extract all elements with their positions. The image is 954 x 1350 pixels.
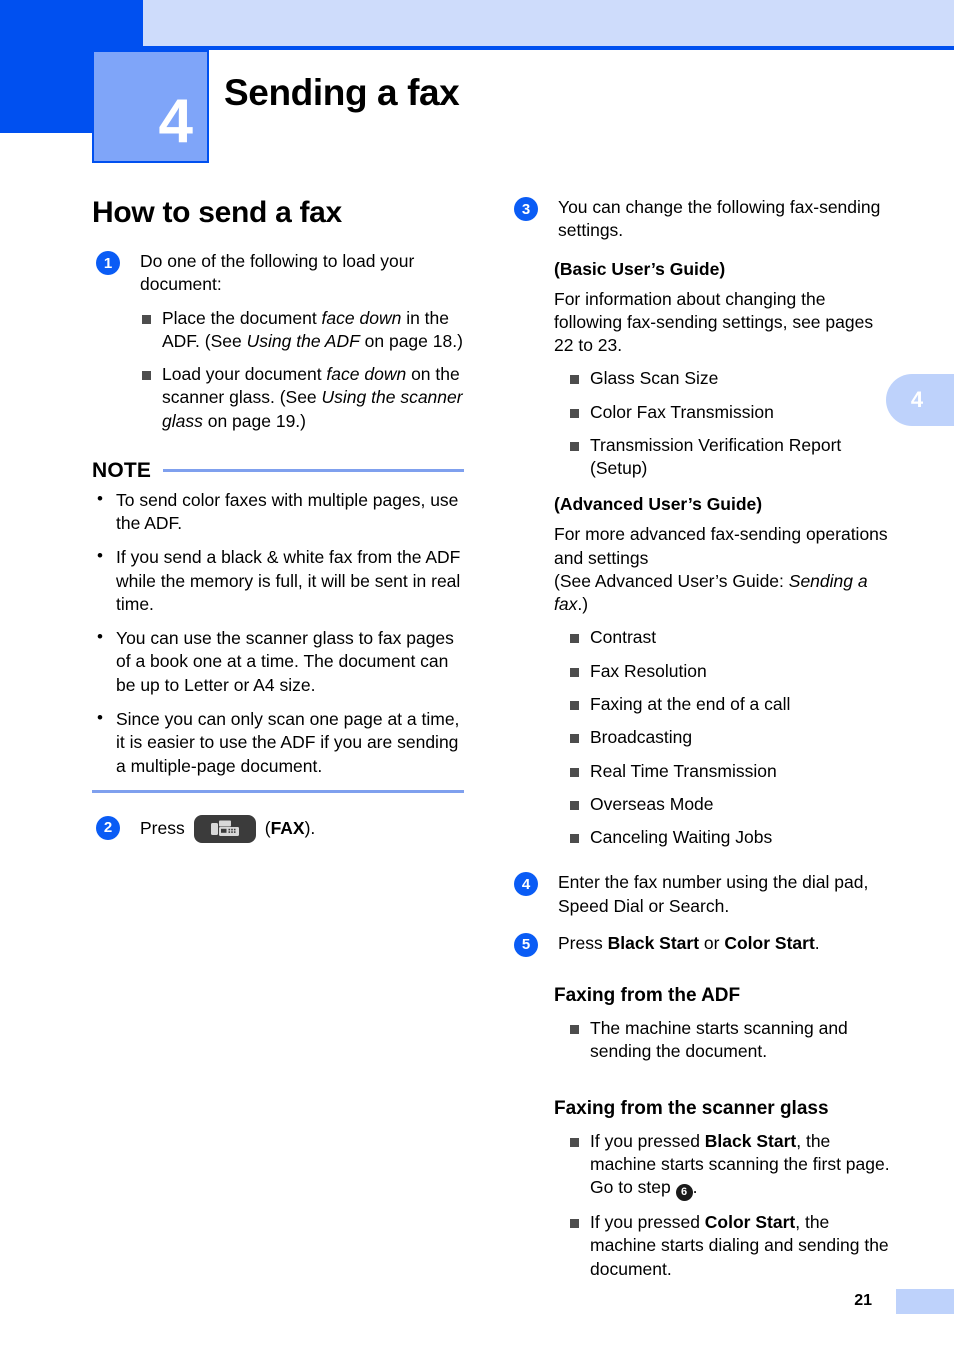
side-chapter-tab-number: 4 bbox=[910, 387, 924, 412]
list-item: If you send a black & white fax from the… bbox=[92, 545, 464, 616]
page-number: 21 bbox=[854, 1292, 872, 1309]
fax-key-name: FAX bbox=[270, 818, 305, 839]
chapter-number: 4 bbox=[158, 87, 193, 156]
list-item: Glass Scan Size bbox=[568, 367, 890, 390]
bullet-2-em1: face down bbox=[326, 364, 407, 385]
faxing-from-scanner-glass-list: If you pressed Black Start, the machine … bbox=[568, 1130, 890, 1281]
step-1: 1 Do one of the following to load your d… bbox=[92, 250, 472, 433]
note-bottom-line bbox=[92, 789, 464, 793]
advanced-para-line2-pre: (See Advanced User’s Guide: bbox=[554, 570, 789, 591]
basic-users-guide-heading: (Basic User’s Guide) bbox=[554, 258, 726, 279]
bullet-2-post: on page 19.) bbox=[202, 410, 306, 431]
note-block: NOTE To send color faxes with multiple p… bbox=[92, 459, 464, 793]
note-list: To send color faxes with multiple pages,… bbox=[92, 488, 464, 778]
note-title: NOTE bbox=[92, 458, 152, 482]
step-3-text: You can change the following fax-sending… bbox=[558, 197, 881, 241]
fax-key-caption: (FAX). bbox=[265, 818, 316, 839]
note-divider-line bbox=[163, 469, 464, 473]
list-item: Broadcasting bbox=[568, 726, 890, 749]
press-label: Press bbox=[140, 818, 185, 839]
glass-b2-bold: Color Start bbox=[704, 1212, 796, 1233]
list-item: Color Fax Transmission bbox=[568, 401, 890, 424]
list-item: To send color faxes with multiple pages,… bbox=[92, 488, 464, 536]
black-start-label: Black Start bbox=[607, 932, 700, 953]
fax-key-paren-close: ). bbox=[304, 818, 316, 839]
list-item: Load your document face down on the scan… bbox=[140, 363, 472, 433]
step-5-badge: 5 bbox=[514, 932, 538, 957]
glass-b1-post: . bbox=[692, 1177, 698, 1198]
step-3-badge: 3 bbox=[514, 197, 538, 221]
step-6-reference-icon: 6 bbox=[675, 1184, 693, 1202]
list-item: If you pressed Black Start, the machine … bbox=[568, 1130, 890, 1202]
glass-b1-bold: Black Start bbox=[704, 1130, 797, 1151]
step-1-text: Do one of the following to load your doc… bbox=[140, 251, 415, 295]
footer-accent-block bbox=[896, 1289, 954, 1314]
chapter-number-box: 4 bbox=[92, 50, 209, 163]
left-column: How to send a fax 1 Do one of the follow… bbox=[92, 196, 472, 857]
advanced-para-line2-post: .) bbox=[577, 594, 589, 615]
list-item: Faxing at the end of a call bbox=[568, 693, 890, 716]
side-chapter-tab: 4 bbox=[886, 374, 954, 426]
step-5-post: . bbox=[814, 932, 820, 953]
note-header: NOTE bbox=[92, 459, 464, 483]
step-1-badge: 1 bbox=[96, 251, 120, 275]
step-4: 4 Enter the fax number using the dial pa… bbox=[510, 871, 890, 918]
list-item: Fax Resolution bbox=[568, 660, 890, 683]
glass-b1-pre: If you pressed bbox=[590, 1130, 705, 1151]
header-rule bbox=[143, 46, 954, 50]
list-item: Transmission Verification Report (Setup) bbox=[568, 434, 890, 481]
step-5-pre: Press bbox=[558, 932, 608, 953]
list-item: If you pressed Color Start, the machine … bbox=[568, 1211, 890, 1281]
step-2-text: Press (FAX). bbox=[140, 814, 472, 843]
section-heading-how-to-send-a-fax: How to send a fax bbox=[92, 196, 342, 229]
bullet-1-em2: Using the ADF bbox=[246, 330, 360, 351]
advanced-para-line1: For more advanced fax-sending operations… bbox=[554, 524, 888, 568]
bullet-1-post: on page 18.) bbox=[359, 330, 463, 351]
list-item: Overseas Mode bbox=[568, 793, 890, 816]
faxing-from-scanner-glass-heading: Faxing from the scanner glass bbox=[554, 1097, 829, 1119]
basic-users-guide-paragraph: For information about changing the follo… bbox=[554, 288, 874, 356]
bullet-1-em1: face down bbox=[321, 307, 402, 328]
advanced-settings-list: Contrast Fax Resolution Faxing at the en… bbox=[568, 626, 890, 849]
advanced-users-guide-heading: (Advanced User’s Guide) bbox=[554, 494, 763, 515]
list-item: The machine starts scanning and sending … bbox=[568, 1017, 890, 1064]
bullet-1-pre: Place the document bbox=[162, 307, 322, 328]
step-4-text: Enter the fax number using the dial pad,… bbox=[558, 872, 869, 916]
step-3: 3 You can change the following fax-sendi… bbox=[510, 196, 890, 243]
faxing-from-adf-heading: Faxing from the ADF bbox=[554, 985, 741, 1007]
color-start-label: Color Start bbox=[724, 932, 815, 953]
list-item: Contrast bbox=[568, 626, 890, 649]
fax-machine-icon[interactable] bbox=[193, 814, 256, 843]
header-light-bar bbox=[143, 0, 954, 46]
step-2: 2 Press (FAX). bbox=[92, 814, 472, 843]
step-2-badge: 2 bbox=[96, 815, 120, 840]
bullet-2-pre: Load your document bbox=[162, 364, 327, 385]
list-item: Place the document face down in the ADF.… bbox=[140, 307, 472, 354]
list-item: Since you can only scan one page at a ti… bbox=[92, 707, 464, 778]
list-item: Real Time Transmission bbox=[568, 760, 890, 783]
step-5: 5 Press Black Start or Color Start. bbox=[510, 932, 890, 957]
faxing-from-adf-list: The machine starts scanning and sending … bbox=[568, 1017, 890, 1064]
glass-b2-pre: If you pressed bbox=[590, 1212, 705, 1233]
basic-settings-list: Glass Scan Size Color Fax Transmission T… bbox=[568, 367, 890, 480]
document-page: 4 Sending a fax 4 How to send a fax 1 Do… bbox=[0, 0, 954, 1350]
right-column: 3 You can change the following fax-sendi… bbox=[510, 196, 890, 1291]
step-4-badge: 4 bbox=[514, 872, 538, 897]
page-title: Sending a fax bbox=[224, 72, 460, 113]
list-item: You can use the scanner glass to fax pag… bbox=[92, 626, 464, 697]
step-5-mid: or bbox=[699, 932, 725, 953]
list-item: Canceling Waiting Jobs bbox=[568, 826, 890, 849]
step-5-text: Press Black Start or Color Start. bbox=[558, 932, 890, 955]
step-1-bullet-list: Place the document face down in the ADF.… bbox=[140, 307, 472, 433]
advanced-users-guide-paragraph: For more advanced fax-sending operations… bbox=[554, 523, 890, 616]
